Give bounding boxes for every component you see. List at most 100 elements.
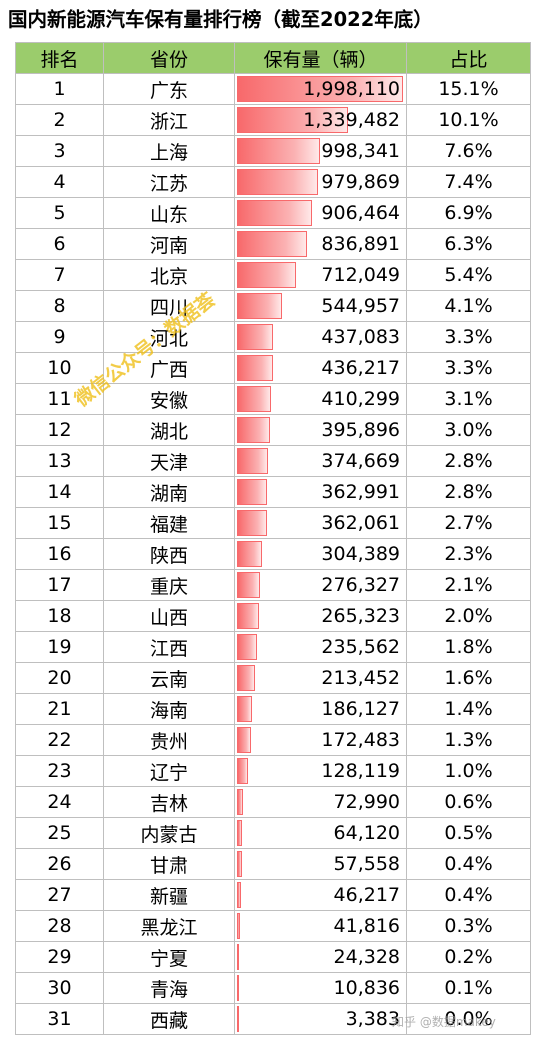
rank-cell: 12 [15,414,104,446]
data-bar [237,262,296,288]
rank-cell: 14 [15,476,104,508]
header-row: 排名 省份 保有量（辆） 占比 [15,42,531,74]
rank-cell: 2 [15,104,104,136]
count-value: 72,990 [333,791,400,813]
table-row: 12 湖北 395,896 3.0% [15,414,531,446]
count-cell: 979,869 [234,166,407,198]
share-cell: 6.3% [406,228,531,260]
count-value: 1,998,110 [303,78,400,100]
share-cell: 1.3% [406,724,531,756]
table-row: 7 北京 712,049 5.4% [15,259,531,291]
share-cell: 4.1% [406,290,531,322]
data-bar [237,386,271,412]
count-value: 437,083 [321,326,400,348]
count-cell: 712,049 [234,259,407,291]
table-row: 19 江西 235,562 1.8% [15,631,531,663]
province-cell: 浙江 [103,104,235,136]
table-row: 16 陕西 304,389 2.3% [15,538,531,570]
data-bar [237,634,257,660]
share-cell: 1.4% [406,693,531,725]
count-value: 712,049 [321,264,400,286]
share-cell: 3.3% [406,352,531,384]
count-value: 10,836 [333,977,400,999]
count-cell: 235,562 [234,631,407,663]
rank-cell: 23 [15,755,104,787]
rank-cell: 25 [15,817,104,849]
rank-cell: 6 [15,228,104,260]
table-row: 14 湖南 362,991 2.8% [15,476,531,508]
share-cell: 7.6% [406,135,531,167]
count-value: 362,991 [321,481,400,503]
count-cell: 128,119 [234,755,407,787]
table-row: 31 西藏 3,383 0.0% [15,1003,531,1035]
data-bar [237,510,267,536]
table-row: 8 四川 544,957 4.1% [15,290,531,322]
rank-cell: 15 [15,507,104,539]
share-cell: 15.1% [406,73,531,105]
province-cell: 重庆 [103,569,235,601]
table-row: 20 云南 213,452 1.6% [15,662,531,694]
province-cell: 陕西 [103,538,235,570]
share-cell: 0.5% [406,817,531,849]
count-cell: 265,323 [234,600,407,632]
data-bar [237,820,242,846]
count-value: 544,957 [321,295,400,317]
rank-cell: 7 [15,259,104,291]
table-row: 25 内蒙古 64,120 0.5% [15,817,531,849]
data-bar [237,882,241,908]
share-cell: 2.8% [406,445,531,477]
data-bar [237,696,252,722]
data-bar [237,603,259,629]
count-value: 436,217 [321,357,400,379]
share-cell: 7.4% [406,166,531,198]
count-cell: 906,464 [234,197,407,229]
count-value: 304,389 [321,543,400,565]
count-value: 46,217 [333,884,400,906]
province-cell: 上海 [103,135,235,167]
table-row: 28 黑龙江 41,816 0.3% [15,910,531,942]
rank-cell: 20 [15,662,104,694]
data-bar [237,913,240,939]
rank-cell: 28 [15,910,104,942]
count-cell: 57,558 [234,848,407,880]
data-bar [237,448,268,474]
table-row: 2 浙江 1,339,482 10.1% [15,104,531,136]
table-row: 30 青海 10,836 0.1% [15,972,531,1004]
share-cell: 0.6% [406,786,531,818]
data-bar [237,1006,239,1032]
header-rank: 排名 [15,42,104,74]
province-cell: 江西 [103,631,235,663]
data-bar [237,138,320,164]
count-cell: 544,957 [234,290,407,322]
share-cell: 0.3% [406,910,531,942]
table-row: 29 宁夏 24,328 0.2% [15,941,531,973]
count-value: 24,328 [333,946,400,968]
table-row: 22 贵州 172,483 1.3% [15,724,531,756]
count-cell: 374,669 [234,445,407,477]
data-bar [237,758,248,784]
province-cell: 湖南 [103,476,235,508]
province-cell: 天津 [103,445,235,477]
count-cell: 46,217 [234,879,407,911]
count-value: 3,383 [345,1008,400,1030]
province-cell: 青海 [103,972,235,1004]
data-bar [237,200,312,226]
rank-cell: 16 [15,538,104,570]
rank-cell: 4 [15,166,104,198]
rank-cell: 9 [15,321,104,353]
count-value: 265,323 [321,605,400,627]
table-row: 9 河北 437,083 3.3% [15,321,531,353]
data-bar [237,572,260,598]
table-row: 23 辽宁 128,119 1.0% [15,755,531,787]
table-row: 11 安徽 410,299 3.1% [15,383,531,415]
count-value: 57,558 [333,853,400,875]
rank-cell: 26 [15,848,104,880]
rank-cell: 22 [15,724,104,756]
table-row: 5 山东 906,464 6.9% [15,197,531,229]
province-cell: 吉林 [103,786,235,818]
count-cell: 1,998,110 [234,73,407,105]
table-row: 26 甘肃 57,558 0.4% [15,848,531,880]
province-cell: 广西 [103,352,235,384]
province-cell: 山西 [103,600,235,632]
count-cell: 172,483 [234,724,407,756]
